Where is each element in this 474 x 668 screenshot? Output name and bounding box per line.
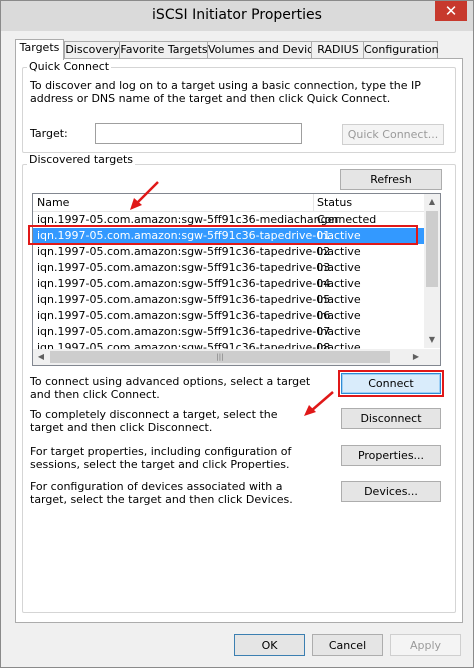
vertical-scroll-thumb[interactable] [426,211,438,287]
table-row[interactable]: iqn.1997-05.com.amazon:sgw-5ff91c36-tape… [33,244,424,260]
apply-button[interactable]: Apply [390,634,461,656]
target-name-cell: iqn.1997-05.com.amazon:sgw-5ff91c36-tape… [37,309,331,322]
properties-button[interactable]: Properties... [341,445,441,466]
tab-favorite-targets[interactable]: Favorite Targets [119,41,209,59]
window-title: iSCSI Initiator Properties [152,7,322,23]
table-row[interactable]: iqn.1997-05.com.amazon:sgw-5ff91c36-tape… [33,308,424,324]
vertical-scrollbar[interactable]: ▲ ▼ [424,194,440,348]
devices-description: For configuration of devices associated … [30,480,293,506]
list-header: Name Status [33,194,424,212]
tab-configuration[interactable]: Configuration [363,41,439,59]
refresh-button[interactable]: Refresh [340,169,442,190]
scroll-down-icon[interactable]: ▼ [424,332,440,348]
quick-connect-button[interactable]: Quick Connect... [342,124,444,145]
devices-button[interactable]: Devices... [341,481,441,502]
targets-list[interactable]: Name Status iqn.1997-05.com.amazon:sgw-5… [32,193,441,366]
table-row[interactable]: iqn.1997-05.com.amazon:sgw-5ff91c36-tape… [33,276,424,292]
target-name-cell: iqn.1997-05.com.amazon:sgw-5ff91c36-tape… [37,261,331,274]
tab-targets[interactable]: Targets [15,39,64,60]
column-header-status[interactable]: Status [317,196,352,209]
tab-radius[interactable]: RADIUS [311,41,365,59]
target-status-cell: Inactive [317,277,361,290]
column-header-name[interactable]: Name [37,196,69,209]
scroll-corner [424,349,440,365]
target-label: Target: [30,127,68,140]
target-status-cell: Inactive [317,261,361,274]
properties-description: For target properties, including configu… [30,445,292,471]
target-status-cell: Inactive [317,309,361,322]
disconnect-description: To completely disconnect a target, selec… [30,408,278,434]
selected-row-highlight-box [28,225,418,245]
target-name-cell: iqn.1997-05.com.amazon:sgw-5ff91c36-tape… [37,293,331,306]
target-input[interactable] [95,123,302,144]
scroll-right-icon[interactable]: ▶ [408,349,424,365]
cancel-button[interactable]: Cancel [312,634,383,656]
connect-description: To connect using advanced options, selec… [30,375,311,401]
target-status-cell: Inactive [317,325,361,338]
title-bar[interactable]: iSCSI Initiator Properties ✕ [1,1,473,31]
table-row[interactable]: iqn.1997-05.com.amazon:sgw-5ff91c36-tape… [33,292,424,308]
arrow-to-selected-row-icon [130,181,159,210]
target-name-cell: iqn.1997-05.com.amazon:sgw-5ff91c36-tape… [37,325,331,338]
close-icon[interactable]: ✕ [435,1,467,21]
iscsi-properties-window: iSCSI Initiator Properties ✕ Targets Dis… [0,0,474,668]
tab-discovery[interactable]: Discovery [64,41,121,59]
horizontal-scrollbar[interactable]: ◀ ||| ▶ [33,349,424,365]
connect-button[interactable]: Connect [341,373,441,394]
ok-button[interactable]: OK [234,634,305,656]
scroll-up-icon[interactable]: ▲ [424,194,440,210]
discovered-targets-title: Discovered targets [27,153,136,166]
tab-volumes-and-devices[interactable]: Volumes and Devices [207,41,326,59]
target-status-cell: Inactive [317,245,361,258]
target-name-cell: iqn.1997-05.com.amazon:sgw-5ff91c36-tape… [37,245,331,258]
table-row[interactable]: iqn.1997-05.com.amazon:sgw-5ff91c36-tape… [33,324,424,340]
horizontal-scroll-thumb[interactable]: ||| [50,351,390,363]
target-name-cell: iqn.1997-05.com.amazon:sgw-5ff91c36-tape… [37,277,331,290]
disconnect-button[interactable]: Disconnect [341,408,441,429]
quick-connect-description: To discover and log on to a target using… [30,79,421,105]
arrow-to-connect-button-icon [304,391,334,416]
quick-connect-title: Quick Connect [27,60,112,73]
scroll-left-icon[interactable]: ◀ [33,349,49,365]
table-row[interactable]: iqn.1997-05.com.amazon:sgw-5ff91c36-tape… [33,260,424,276]
target-status-cell: Inactive [317,293,361,306]
targets-tab-panel: Quick Connect To discover and log on to … [15,58,463,623]
